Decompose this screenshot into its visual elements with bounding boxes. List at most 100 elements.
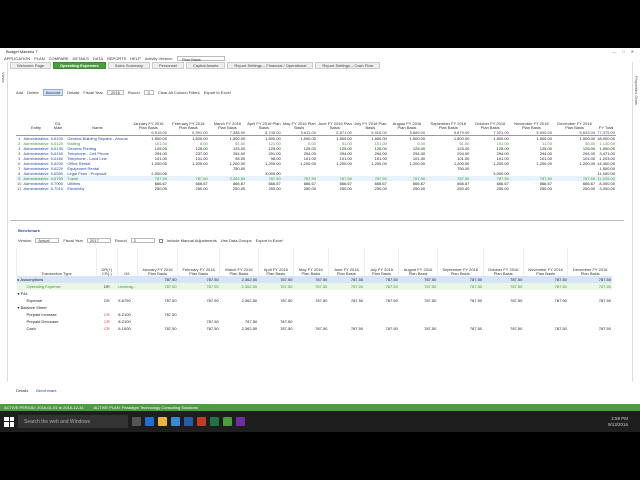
value-cell[interactable]: 250.00 — [553, 186, 596, 191]
details-button[interactable]: Details — [67, 90, 79, 95]
tab-sales-summary[interactable]: Sales Summary — [107, 62, 150, 69]
tab-details[interactable]: Details — [16, 388, 28, 393]
close-icon[interactable]: ✕ — [631, 49, 634, 54]
value-cell[interactable]: 250.00 — [388, 186, 426, 191]
value-cell[interactable]: 3,000.00 — [596, 186, 616, 191]
bench-column-header[interactable]: March FY 2016 Plan Basis — [219, 248, 259, 276]
tab-personnel[interactable]: Personnel — [151, 62, 184, 69]
grid-column-header[interactable]: March FY 2016 Plan Basis — [209, 100, 246, 130]
round-select[interactable]: 0 — [143, 89, 154, 95]
menu-reports[interactable]: REPORTS — [107, 56, 126, 61]
use-data-groups-button[interactable]: Use Data Groups — [221, 238, 252, 243]
value-cell[interactable]: 250.00 — [246, 186, 282, 191]
tab-report-settings-financial[interactable]: Report Settings – Financial / Operationa… — [227, 62, 314, 69]
bench-column-header[interactable]: September FY 2016 Plan Basis — [436, 248, 484, 276]
bench-row[interactable]: Expense DR 5-6750 787.50 787.50 2,362.50 787.5… — [17, 297, 613, 304]
export-excel-button[interactable]: Export to Excel — [204, 90, 231, 95]
bench-column-header[interactable]: July FY 2016 Plan Basis — [363, 248, 399, 276]
budget-maestro-icon[interactable] — [223, 417, 232, 426]
splitter[interactable] — [10, 220, 624, 221]
table-row[interactable]: 11 Administrative 5-7010 Electricity 250.00 2… — [16, 186, 616, 191]
grid-column-header[interactable]: Name — [66, 100, 128, 130]
value-cell[interactable]: 250.00 — [209, 186, 246, 191]
grid-column-header[interactable]: Entity — [22, 100, 49, 130]
tab-capital-assets[interactable]: Capital Assets — [186, 62, 226, 69]
bench-column-header[interactable]: December FY 2016 Plan Basis — [567, 248, 612, 276]
version-select[interactable]: Actual — [35, 238, 60, 243]
menu-application[interactable]: APPLICATION — [4, 56, 30, 61]
grid-column-header[interactable]: December FY 2016 Plan Basis — [553, 100, 596, 130]
store-icon[interactable] — [171, 417, 180, 426]
menu-compare[interactable]: COMPARE — [49, 56, 69, 61]
minimize-icon[interactable]: — — [612, 49, 616, 54]
bench-column-header[interactable]: DR(+) CR(-) — [96, 248, 118, 276]
grid-column-header[interactable]: February FY 2016 Plan Basis — [168, 100, 209, 130]
bench-column-header[interactable]: May FY 2016 Plan Basis — [292, 248, 329, 276]
bench-fiscal-select[interactable]: 2017 — [86, 238, 111, 243]
grid-column-header[interactable]: April FY 2016 Plan Basis — [246, 100, 282, 130]
bench-row[interactable]: Prepaid Increase CR 6-2100 787.50 — [17, 311, 613, 318]
value-cell[interactable]: 250.00 — [470, 186, 509, 191]
value-cell[interactable]: 250.00 — [129, 186, 168, 191]
delete-button[interactable]: Delete — [27, 90, 39, 95]
clear-filters-button[interactable]: Clear All Column Filters — [158, 90, 200, 95]
bench-column-header[interactable]: November FY 2016 Plan Basis — [522, 248, 568, 276]
bench-column-header[interactable]: April FY 2016 Plan Basis — [257, 248, 294, 276]
powerpoint-icon[interactable] — [197, 417, 206, 426]
excel-icon[interactable] — [210, 417, 219, 426]
value-cell[interactable]: 250.00 — [317, 186, 353, 191]
grid-column-header[interactable]: July FY 2016 Plan Basis — [353, 100, 388, 130]
grid-column-header[interactable]: G/L Main — [50, 100, 67, 130]
bench-export-button[interactable]: Export to Excel — [256, 238, 283, 243]
bench-column-header[interactable]: October FY 2016 Plan Basis — [482, 248, 524, 276]
task-view-icon[interactable] — [132, 417, 141, 426]
activity-version-select[interactable]: Plan Basis — [176, 56, 225, 62]
tab-welcome-page[interactable]: Welcome Page — [10, 62, 52, 69]
bench-column-header[interactable]: Transaction Type — [16, 248, 97, 276]
menu-plan[interactable]: PLAN — [34, 56, 44, 61]
tab-operating-expenses[interactable]: Operating Expenses — [53, 62, 106, 69]
value-cell[interactable]: 250.00 — [282, 186, 317, 191]
edge-icon[interactable] — [145, 417, 154, 426]
gl-cell[interactable]: 5-7010 — [50, 186, 67, 191]
value-cell[interactable]: 250.00 — [168, 186, 209, 191]
grid-column-header[interactable]: June FY 2016 Plan Basis — [317, 100, 353, 130]
tab-benchmark[interactable]: Benchmark — [36, 388, 56, 393]
taskbar-search[interactable]: Search the web and Windows — [18, 415, 128, 428]
bench-column-header[interactable]: June FY 2016 Plan Basis — [327, 248, 365, 276]
properties-strip[interactable]: Properties Grids — [632, 62, 640, 382]
grid-column-header[interactable]: October FY 2016 Plan Basis — [470, 100, 509, 130]
grid-column-header[interactable]: September FY 2016 Plan Basis — [426, 100, 470, 130]
bench-round-select[interactable]: 2 — [130, 238, 155, 243]
bench-column-header[interactable]: G/L — [116, 248, 138, 276]
value-cell[interactable]: 250.00 — [426, 186, 470, 191]
grid-column-header[interactable]: August FY 2016 Plan Basis — [388, 100, 426, 130]
bench-row[interactable]: Prepaid Decrease CR 6-2100 787.50 787.50 787.… — [17, 318, 613, 325]
menu-data[interactable]: DATA — [93, 56, 103, 61]
bench-row[interactable]: Cash CR 6-1000 787.50 787.50 2,362.50 787.50 78… — [17, 325, 613, 332]
manual-adjustments-checkbox[interactable] — [158, 238, 163, 243]
name-cell[interactable]: Electricity — [66, 186, 128, 191]
grid-column-header[interactable]: November FY 2016 Plan Basis — [510, 100, 553, 130]
file-explorer-icon[interactable] — [158, 417, 167, 426]
bench-row[interactable]: ▸ Assumptions 787.50 787.50 2,362.50 787.50 7… — [16, 276, 612, 283]
tab-report-settings-cashflow[interactable]: Report Settings – Cash Flow — [315, 62, 381, 69]
bench-column-header[interactable]: February FY 2016 Plan Basis — [177, 248, 220, 276]
grid-column-header[interactable]: May FY 2016 Plan Basis — [282, 100, 317, 130]
taskbar-clock[interactable]: 2:59 PM 9/13/2016 — [608, 416, 640, 428]
word-icon[interactable] — [184, 417, 193, 426]
windows-start-icon[interactable] — [4, 416, 14, 427]
value-cell[interactable]: 250.00 — [510, 186, 553, 191]
entity-cell[interactable]: Administrative — [22, 186, 49, 191]
maximize-icon[interactable]: □ — [622, 49, 624, 54]
grid-column-header[interactable]: FY Total — [596, 100, 616, 130]
menu-help[interactable]: HELP — [130, 56, 140, 61]
menu-details[interactable]: DETAILS — [73, 56, 89, 61]
bench-column-header[interactable]: August FY 2016 Plan Basis — [398, 248, 438, 276]
value-cell[interactable]: 250.00 — [353, 186, 388, 191]
bench-row[interactable]: ▾ P&L — [17, 290, 613, 297]
bench-row[interactable]: Operating Expense DR Uncleag... 787.50 787.5… — [16, 283, 612, 290]
bench-column-header[interactable]: January FY 2016 Plan Basis — [136, 248, 178, 276]
fiscal-year-select[interactable]: 2016 — [106, 89, 124, 95]
bench-row[interactable]: ▾ Balance Sheet — [17, 304, 613, 311]
